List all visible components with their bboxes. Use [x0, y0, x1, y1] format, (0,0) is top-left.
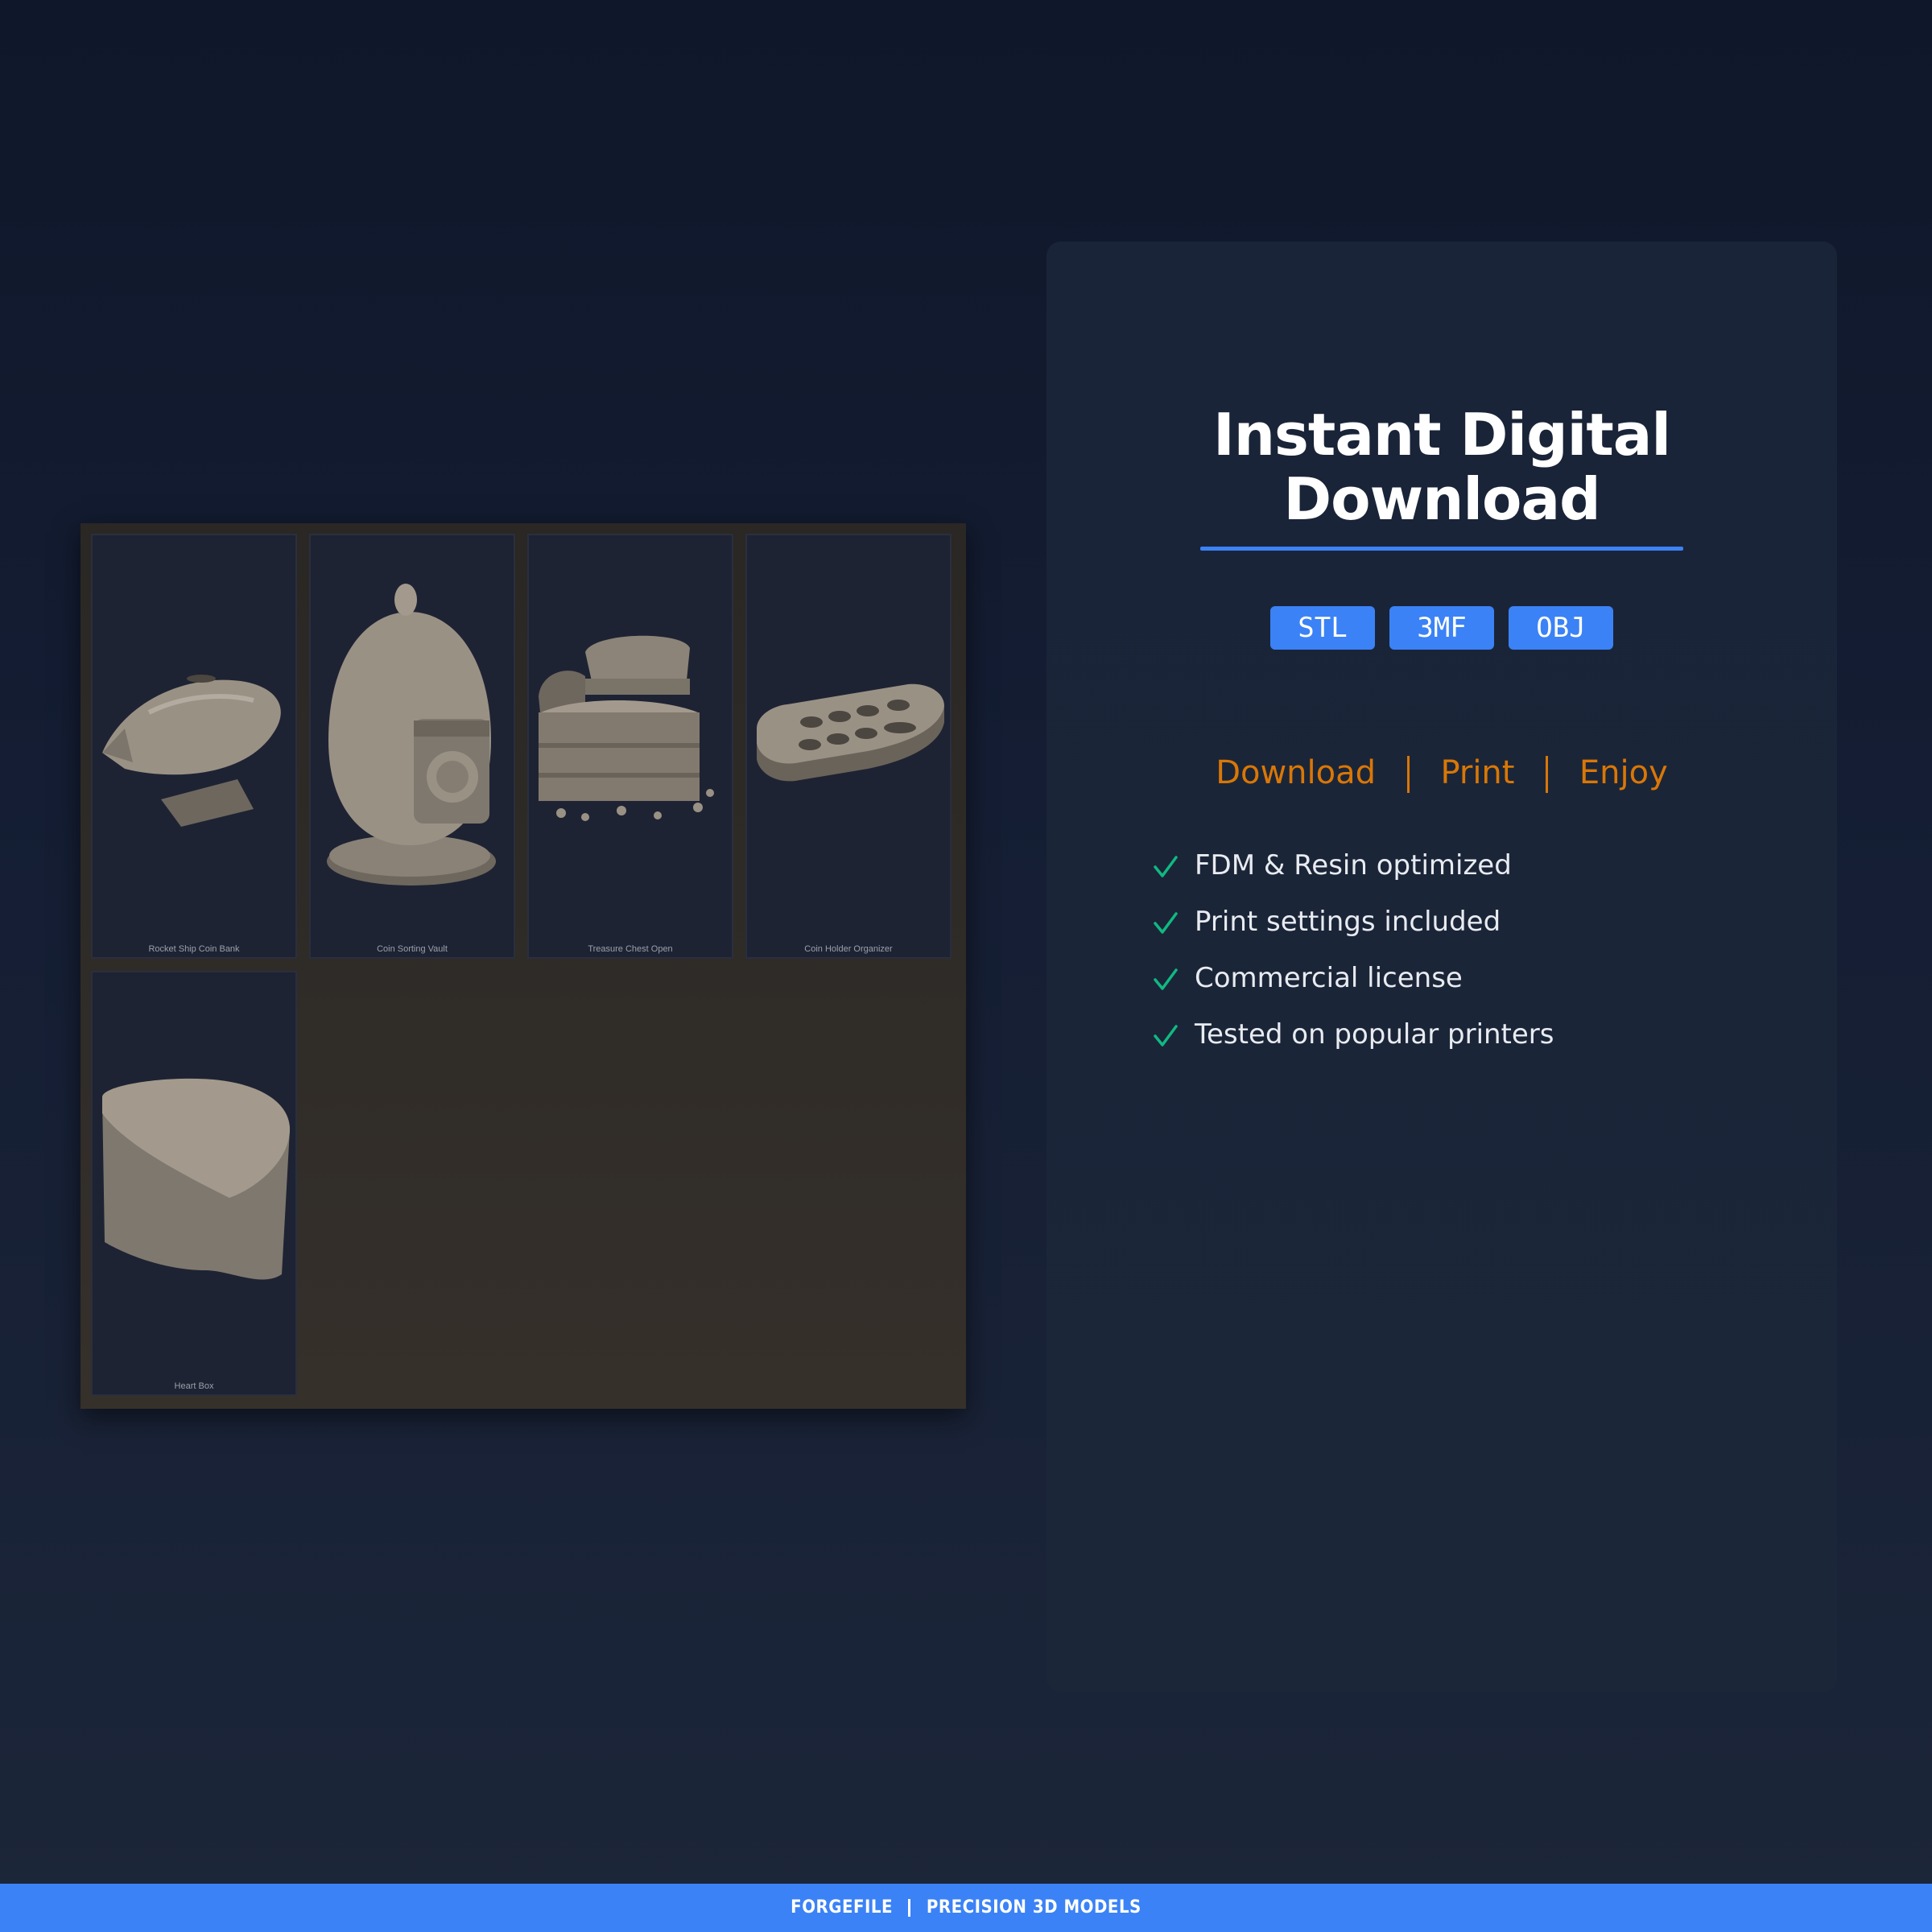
feature-text: Commercial license: [1195, 962, 1463, 994]
step-separator: [1546, 756, 1549, 793]
feature-item: Tested on popular printers: [1151, 1006, 1554, 1063]
product-label: Coin Holder Organizer: [804, 944, 893, 954]
feature-list: FDM & Resin optimized Print settings inc…: [1151, 837, 1554, 1063]
product-label: Treasure Chest Open: [588, 944, 673, 954]
format-badge-3mf: 3MF: [1389, 606, 1494, 650]
product-card-treasure-chest-open[interactable]: Treasure Chest Open: [527, 534, 733, 959]
format-badges: STL 3MF OBJ: [1046, 606, 1837, 650]
product-grid: Rocket Ship Coin Bank Coin Sorting Vault: [80, 523, 966, 1409]
feature-text: Print settings included: [1195, 906, 1501, 938]
feature-text: FDM & Resin optimized: [1195, 849, 1512, 881]
product-label: Rocket Ship Coin Bank: [148, 944, 240, 954]
feature-item: Print settings included: [1151, 894, 1554, 950]
feature-text: Tested on popular printers: [1195, 1018, 1554, 1051]
step-enjoy: Enjoy: [1579, 754, 1668, 791]
step-separator: [1406, 756, 1410, 793]
step-download: Download: [1216, 754, 1377, 791]
panel-title: Instant Digital Download: [1046, 402, 1837, 531]
product-label: Heart Box: [174, 1381, 214, 1391]
coin-organizer-render: [757, 683, 944, 782]
product-card-coin-sorting-vault[interactable]: Coin Sorting Vault: [309, 534, 515, 959]
coin-vault-render: [327, 584, 496, 886]
treasure-chest-render: [539, 635, 714, 821]
checkmark-icon: [1154, 1024, 1178, 1046]
title-underline: [1200, 547, 1683, 551]
steps-line: Download Print Enjoy: [1046, 754, 1837, 793]
product-card-heart-box[interactable]: Heart Box: [91, 971, 297, 1396]
step-print: Print: [1440, 754, 1515, 791]
footer-separator: [908, 1899, 911, 1917]
feature-item: Commercial license: [1151, 950, 1554, 1006]
heart-box-render: [102, 1078, 290, 1280]
rocket-coin-bank-render: [102, 675, 281, 827]
checkmark-icon: [1154, 911, 1178, 934]
footer-brand: FORGEFILE: [791, 1897, 894, 1918]
feature-item: FDM & Resin optimized: [1151, 837, 1554, 894]
format-badge-obj: OBJ: [1509, 606, 1613, 650]
checkmark-icon: [1154, 968, 1178, 990]
format-badge-stl: STL: [1270, 606, 1375, 650]
title-line-2: Download: [1283, 465, 1600, 533]
footer-tagline: PRECISION 3D MODELS: [926, 1897, 1141, 1918]
product-card-coin-holder-organizer[interactable]: Coin Holder Organizer: [745, 534, 952, 959]
title-line-1: Instant Digital: [1213, 401, 1671, 469]
checkmark-icon: [1154, 855, 1178, 877]
download-info-panel: Instant Digital Download STL 3MF OBJ Dow…: [1046, 242, 1837, 1692]
footer-bar: FORGEFILE PRECISION 3D MODELS: [0, 1884, 1932, 1932]
product-card-rocket-ship-coin-bank[interactable]: Rocket Ship Coin Bank: [91, 534, 297, 959]
product-label: Coin Sorting Vault: [377, 944, 448, 954]
